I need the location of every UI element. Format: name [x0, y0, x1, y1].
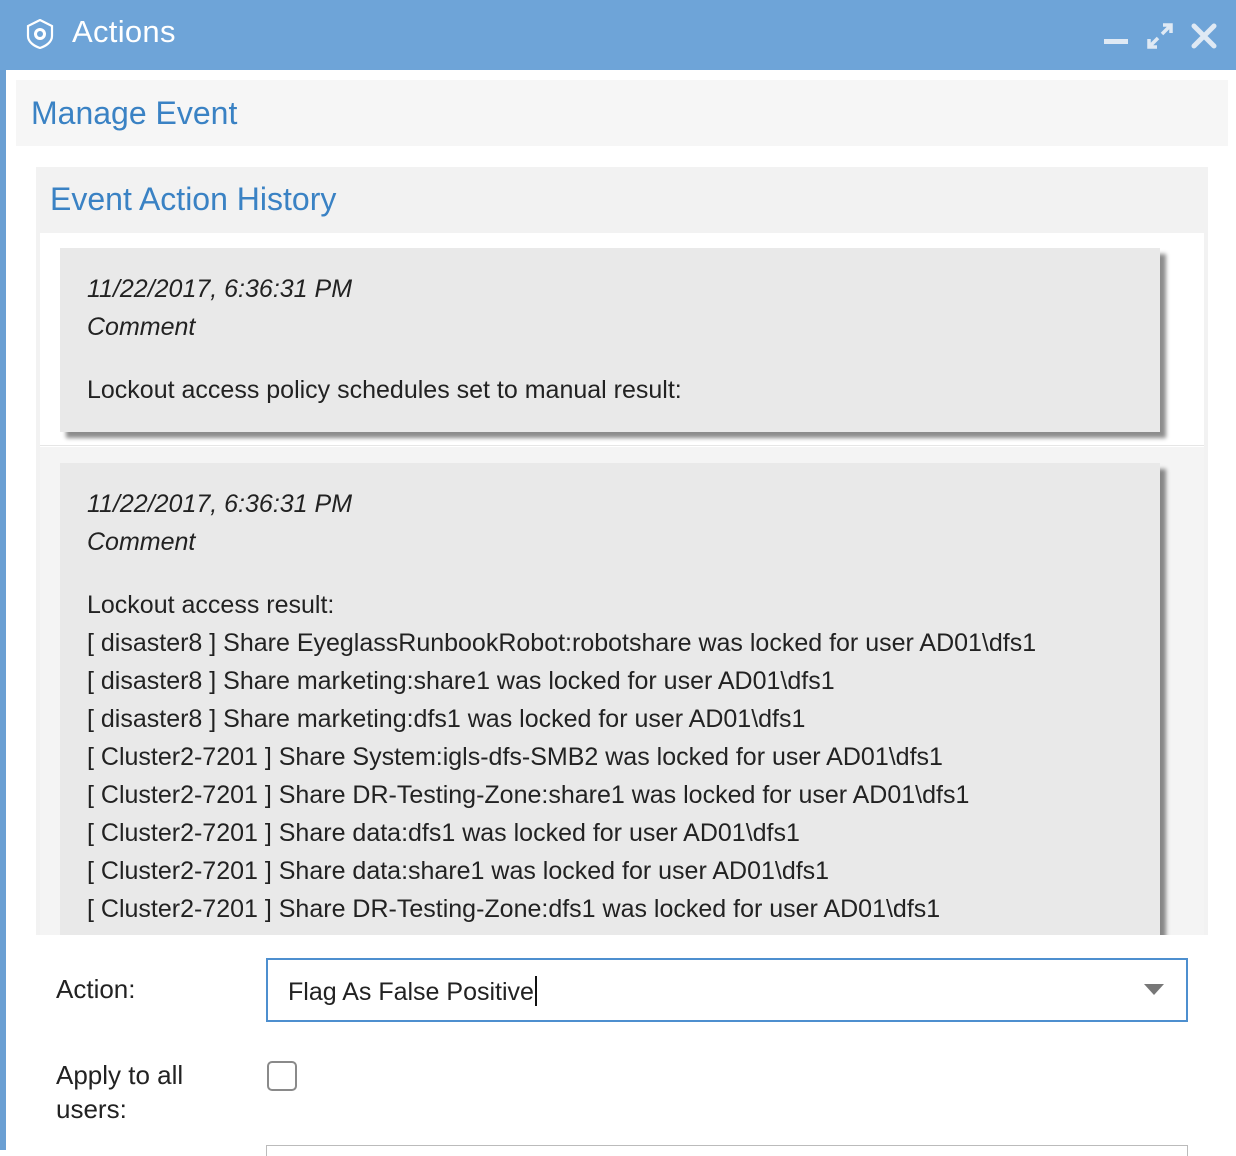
entry-timestamp: 11/22/2017, 6:36:31 PM — [87, 275, 353, 303]
window-left-edge — [0, 70, 6, 1150]
action-select-value: Flag As False Positive — [288, 976, 537, 1007]
history-entry-card: 11/22/2017, 6:36:31 PM Comment Lockout a… — [60, 248, 1160, 432]
history-entry-card: 11/22/2017, 6:36:31 PM Comment Lockout a… — [60, 463, 1160, 935]
manage-event-heading: Manage Event — [31, 95, 238, 131]
apply-to-all-users-checkbox[interactable] — [267, 1061, 297, 1091]
manage-event-header: Manage Event — [16, 80, 1228, 146]
apply-to-all-users-label: Apply to all users: — [56, 1060, 184, 1124]
entry-type: Comment — [87, 313, 196, 341]
history-entry: 11/22/2017, 6:36:31 PM Comment Lockout a… — [40, 233, 1204, 446]
entry-body: Lockout access result: [ disaster8 ] Sha… — [87, 591, 1037, 923]
history-entry: 11/22/2017, 6:36:31 PM Comment Lockout a… — [40, 447, 1204, 935]
entry-body: Lockout access policy schedules set to m… — [87, 376, 682, 404]
minimize-icon[interactable] — [1102, 22, 1130, 50]
event-action-history-panel: Event Action History 11/22/2017, 6:36:31… — [36, 167, 1208, 935]
shield-app-icon — [26, 19, 54, 49]
text-cursor — [534, 976, 537, 1006]
title-bar[interactable]: Actions — [0, 0, 1236, 70]
entry-timestamp: 11/22/2017, 6:36:31 PM — [87, 490, 353, 518]
close-icon[interactable] — [1190, 22, 1218, 50]
action-select[interactable]: Flag As False Positive — [266, 958, 1188, 1022]
history-list[interactable]: 11/22/2017, 6:36:31 PM Comment Lockout a… — [40, 233, 1204, 935]
event-action-history-heading: Event Action History — [50, 181, 337, 217]
entry-type: Comment — [87, 528, 196, 556]
chevron-down-icon[interactable] — [1144, 984, 1164, 996]
window-title: Actions — [72, 14, 176, 49]
actions-window: Actions Manage Event Event Action Histor… — [0, 0, 1236, 1156]
expand-icon[interactable] — [1146, 22, 1174, 50]
action-label: Action: — [56, 974, 136, 1004]
next-form-field[interactable] — [266, 1145, 1188, 1156]
